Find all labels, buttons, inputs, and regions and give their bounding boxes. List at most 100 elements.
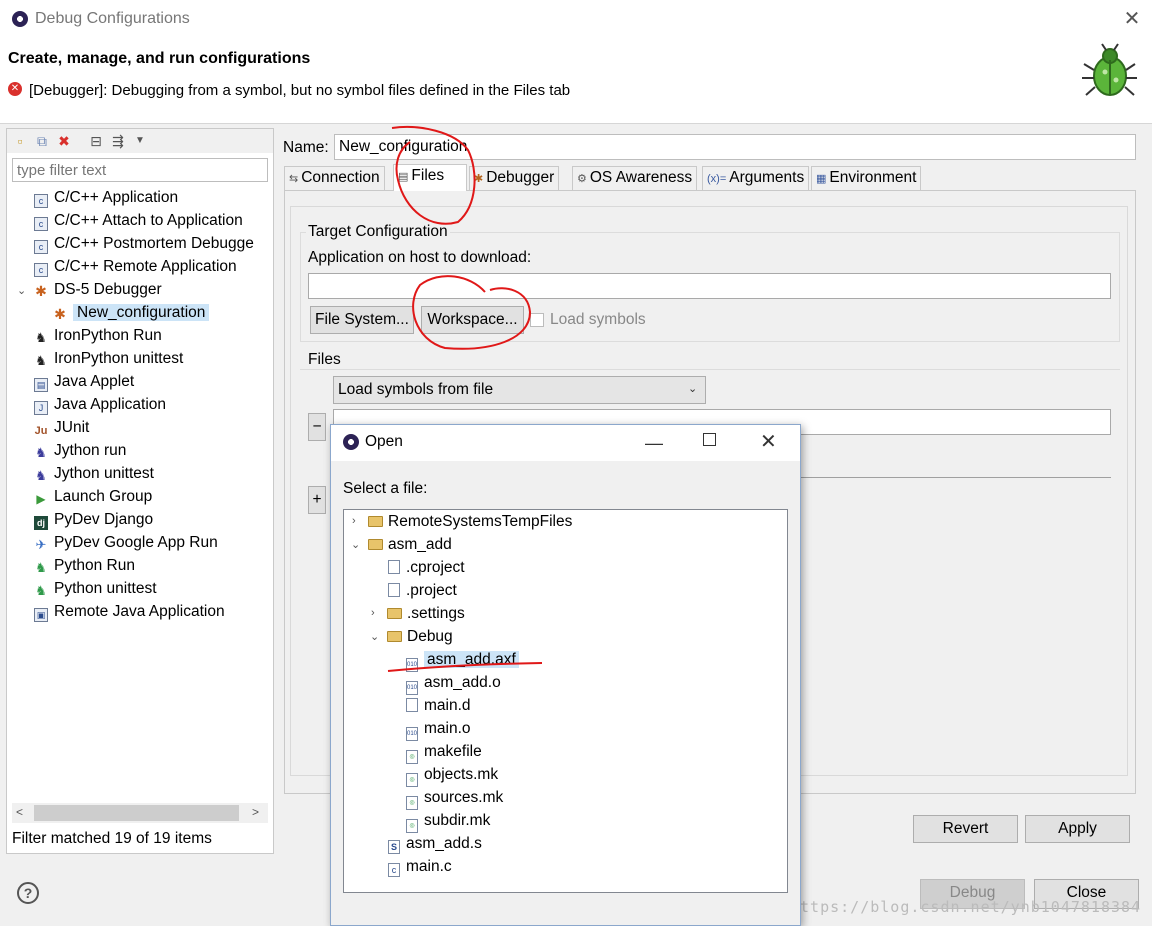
django-icon: dj <box>34 516 48 530</box>
minimize-icon[interactable]: — <box>645 433 663 454</box>
duplicate-icon[interactable]: ⧉ <box>33 132 51 150</box>
tree-item-c-remote[interactable]: c C/C++ Remote Application <box>34 256 237 278</box>
tree-item-java-applet[interactable]: ▤ Java Applet <box>34 371 134 393</box>
tree-file-asm-add-axf[interactable]: 010 asm_add.axf <box>406 649 519 672</box>
filter-input[interactable] <box>12 158 268 182</box>
make-file-icon: ◎ <box>406 796 418 810</box>
tree-item-pydev-google-app[interactable]: ✈ PyDev Google App Run <box>34 532 218 554</box>
tree-item-python-unittest[interactable]: ♞ Python unittest <box>34 578 156 600</box>
scroll-right-icon[interactable]: > <box>252 805 259 819</box>
chevron-right-icon[interactable]: › <box>371 607 375 619</box>
make-file-icon: ◎ <box>406 819 418 833</box>
scrollbar-thumb[interactable] <box>34 805 239 821</box>
tab-os-awareness[interactable]: ⚙ OS Awareness <box>572 166 698 190</box>
error-icon: ✕ <box>8 82 22 96</box>
tree-file-project[interactable]: .project <box>388 580 457 602</box>
name-label: Name: <box>283 139 329 156</box>
chevron-down-icon[interactable]: ⌄ <box>17 284 26 297</box>
c-remote-icon: c <box>34 263 48 277</box>
tree-file-objects-mk[interactable]: ◎ objects.mk <box>406 764 498 787</box>
apply-button[interactable]: Apply <box>1025 815 1130 843</box>
tree-file-asm-add-s[interactable]: Sasm_add.s <box>388 833 482 855</box>
tree-item-ironpython-unittest[interactable]: ♞ IronPython unittest <box>34 348 183 370</box>
chevron-down-icon[interactable]: ▼ <box>131 132 149 150</box>
tree-file-main-o[interactable]: 010 main.o <box>406 718 471 741</box>
chevron-right-icon[interactable]: › <box>352 515 356 527</box>
files-group-title: Files <box>306 351 343 369</box>
tree-item-java-app[interactable]: J Java Application <box>34 394 166 416</box>
tree-item-jython-run[interactable]: ♞ Jython run <box>34 440 126 462</box>
ironpython-unittest-icon: ♞ <box>35 353 47 368</box>
tree-file-subdir-mk[interactable]: ◎ subdir.mk <box>406 810 490 833</box>
python-unittest-icon: ♞ <box>35 583 47 598</box>
java-app-icon: J <box>34 401 48 415</box>
file-system-button[interactable]: File System... <box>310 306 414 334</box>
revert-button[interactable]: Revert <box>913 815 1018 843</box>
debugger-icon: ✱ <box>474 173 484 185</box>
window-title: Debug Configurations <box>35 10 190 27</box>
tree-folder-settings[interactable]: .settings <box>387 603 465 625</box>
file-icon <box>388 560 400 574</box>
tree-item-ds5-debugger[interactable]: ✱ DS-5 Debugger <box>34 279 162 301</box>
app-download-input[interactable] <box>308 273 1111 299</box>
delete-icon[interactable]: ✖ <box>55 132 73 150</box>
folder-icon <box>368 516 383 527</box>
scroll-left-icon[interactable]: < <box>16 805 23 819</box>
tree-item-junit[interactable]: Ju JUnit <box>34 417 90 439</box>
tree-file-asm-add-o[interactable]: 010 asm_add.o <box>406 672 501 695</box>
tree-item-remote-java[interactable]: ▣ Remote Java Application <box>34 601 225 623</box>
collapse-all-icon[interactable]: ⊟ <box>87 132 105 150</box>
tree-item-ironpython-run[interactable]: ♞ IronPython Run <box>34 325 162 347</box>
chevron-down-icon[interactable]: ⌄ <box>370 630 379 643</box>
tree-file-makefile[interactable]: ◎ makefile <box>406 741 482 764</box>
jython-run-icon: ♞ <box>35 445 47 460</box>
ds5-debugger-icon: ✱ <box>35 283 47 299</box>
tab-arguments[interactable]: (x)= Arguments <box>702 166 810 190</box>
tree-item-jython-unittest[interactable]: ♞ Jython unittest <box>34 463 154 485</box>
tree-item-pydev-django[interactable]: dj PyDev Django <box>34 509 153 531</box>
eclipse-icon <box>12 11 28 27</box>
chevron-down-icon[interactable]: ⌄ <box>351 538 360 551</box>
filter-icon[interactable]: ⇶ <box>109 132 127 150</box>
name-input[interactable] <box>334 134 1136 160</box>
tree-file-cproject[interactable]: .cproject <box>388 557 465 579</box>
tree-file-main-c[interactable]: c main.c <box>388 856 452 878</box>
maximize-icon[interactable] <box>703 433 716 446</box>
load-symbols-checkbox[interactable] <box>530 313 544 327</box>
tree-item-python-run[interactable]: ♞ Python Run <box>34 555 135 577</box>
tab-environment[interactable]: ▦ Environment <box>811 166 922 190</box>
tree-folder-asm-add[interactable]: asm_add <box>368 534 452 556</box>
tree-item-c-postmortem[interactable]: c C/C++ Postmortem Debugge <box>34 233 254 255</box>
left-toolbar: ▫ ⧉ ✖ ⊟ ⇶ ▼ <box>7 129 273 153</box>
separator <box>770 477 1111 478</box>
tab-connection[interactable]: ⇆ Connection <box>284 166 385 190</box>
bug-icon <box>1082 43 1137 96</box>
close-icon[interactable]: ✕ <box>760 429 777 454</box>
window-close-icon[interactable]: ✕ <box>1120 6 1144 31</box>
tab-files[interactable]: ▤ Files <box>393 164 467 191</box>
binary-file-icon: 010 <box>406 681 418 695</box>
tree-item-new-configuration[interactable]: ✱ New_configuration <box>53 302 210 324</box>
google-app-icon: ✈ <box>35 537 47 552</box>
tree-item-c-app[interactable]: c C/C++ Application <box>34 187 178 209</box>
c-postmortem-icon: c <box>34 240 48 254</box>
gear-icon: ⚙ <box>577 173 587 185</box>
workspace-button[interactable]: Workspace... <box>421 306 524 334</box>
launch-group-icon: ▶ <box>36 492 46 506</box>
arguments-icon: (x)= <box>707 173 727 185</box>
tree-item-c-attach[interactable]: c C/C++ Attach to Application <box>34 210 243 232</box>
add-file-button[interactable]: + <box>308 486 326 514</box>
help-icon[interactable]: ? <box>17 882 39 904</box>
symbols-select[interactable]: Load symbols from file <box>333 376 706 404</box>
chevron-down-icon: ⌄ <box>688 383 698 395</box>
tree-folder-remote[interactable]: RemoteSystemsTempFiles <box>368 511 572 533</box>
new-config-icon[interactable]: ▫ <box>11 132 29 150</box>
c-attach-icon: c <box>34 217 48 231</box>
tree-file-sources-mk[interactable]: ◎ sources.mk <box>406 787 503 810</box>
tree-folder-debug[interactable]: Debug <box>387 626 453 648</box>
app-download-label: Application on host to download: <box>308 249 532 266</box>
remove-file-button[interactable]: − <box>308 413 326 441</box>
tree-file-main-d[interactable]: main.d <box>406 695 471 717</box>
tab-debugger[interactable]: ✱ Debugger <box>469 166 560 190</box>
tree-item-launch-group[interactable]: ▶ Launch Group <box>34 486 152 508</box>
